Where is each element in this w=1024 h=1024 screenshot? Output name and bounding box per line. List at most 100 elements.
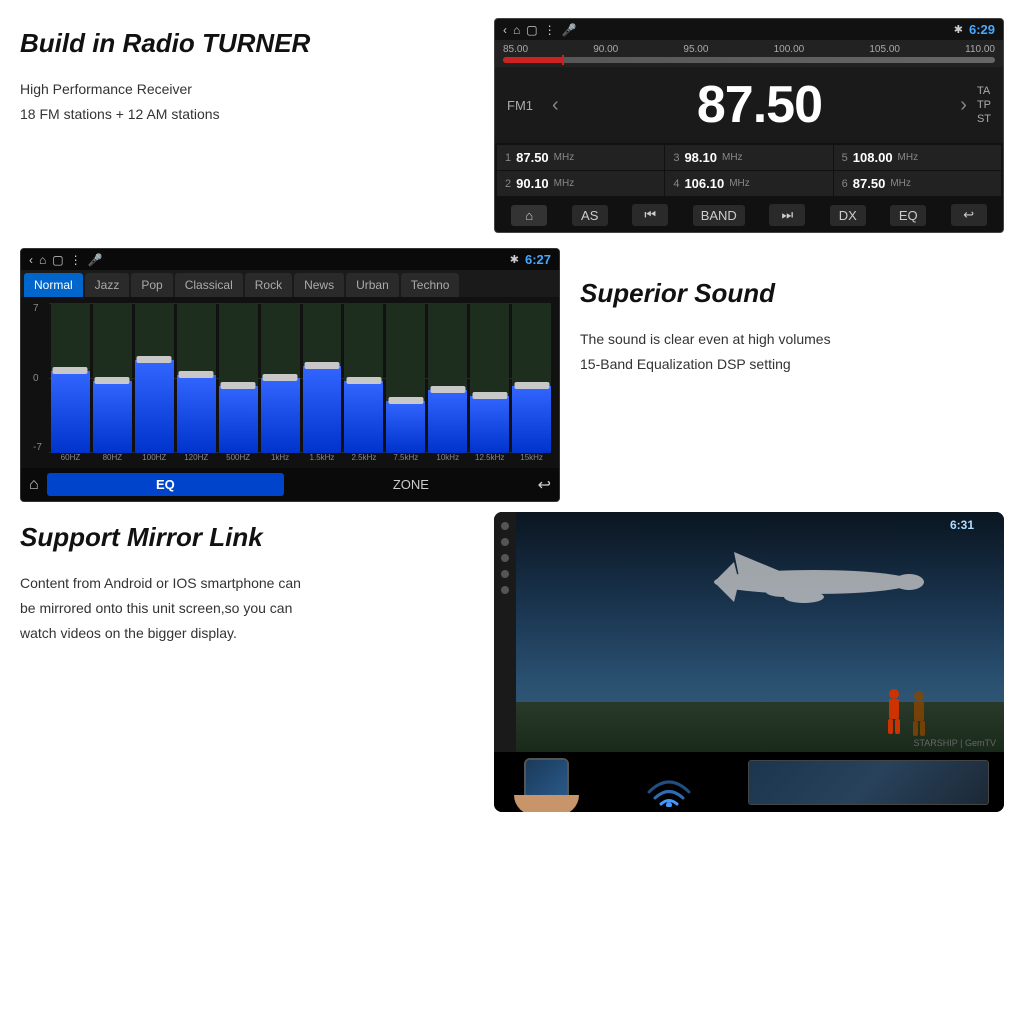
eq-square-icon[interactable]: ▢ — [52, 253, 63, 267]
eq-tab-classical[interactable]: Classical — [175, 273, 243, 297]
radio-tp-tag: TP — [977, 99, 991, 111]
eq-band-2-5khz-handle[interactable] — [346, 377, 381, 384]
radio-info-tags: TA TP ST — [977, 85, 991, 125]
eq-band-7-5khz-handle[interactable] — [388, 397, 423, 404]
eq-band-80hz[interactable] — [93, 303, 132, 453]
eq-band-7-5khz-track — [386, 303, 425, 453]
freq-scale-6: 110.00 — [965, 44, 995, 55]
eq-mic-icon[interactable]: 🎤 — [88, 253, 103, 267]
eq-back-icon[interactable]: ‹ — [29, 253, 33, 267]
eq-back-btn[interactable]: ↩ — [538, 475, 551, 495]
eq-band-100hz-handle[interactable] — [137, 356, 172, 363]
back-icon[interactable]: ‹ — [503, 23, 507, 37]
eq-level-markers: 7 0 -7 — [33, 303, 42, 453]
mirror-desc-line3: watch videos on the bigger display. — [20, 621, 474, 646]
eq-freq-label-1khz: 1kHz — [261, 453, 300, 462]
eq-band-100hz[interactable] — [135, 303, 174, 453]
eq-tab-techno[interactable]: Techno — [401, 273, 460, 297]
eq-band-12-5khz[interactable] — [470, 303, 509, 453]
radio-dx-btn[interactable]: DX — [830, 205, 866, 226]
eq-band-60hz[interactable] — [51, 303, 90, 453]
eq-band-15khz-handle[interactable] — [514, 382, 549, 389]
preset-1[interactable]: 1 87.50 MHz — [497, 145, 664, 170]
eq-band-2-5khz[interactable] — [344, 303, 383, 453]
wifi-icon — [639, 757, 699, 807]
eq-band-80hz-fill — [93, 381, 132, 453]
eq-tab-rock[interactable]: Rock — [245, 273, 292, 297]
eq-band-1-5khz[interactable] — [303, 303, 342, 453]
dots-icon[interactable]: ⋮ — [544, 23, 556, 37]
side-dot-2 — [501, 538, 509, 546]
eq-home-icon[interactable]: ⌂ — [39, 253, 46, 267]
preset-2[interactable]: 2 90.10 MHz — [497, 171, 664, 196]
eq-tab-news[interactable]: News — [294, 273, 344, 297]
radio-back-btn[interactable]: ↩ — [951, 204, 987, 226]
eq-controls-bar: ⌂ EQ ZONE ↩ — [21, 468, 559, 501]
eq-band-12-5khz-handle[interactable] — [472, 392, 507, 399]
eq-band-15khz[interactable] — [512, 303, 551, 453]
preset-4-freq: 106.10 — [684, 176, 724, 191]
radio-next-arrow[interactable]: › — [960, 94, 967, 117]
radio-desc-line2: 18 FM stations + 12 AM stations — [20, 102, 494, 127]
eq-bands-area: 7 0 -7 — [21, 297, 559, 468]
eq-tab-jazz[interactable]: Jazz — [85, 273, 130, 297]
eq-band-60hz-handle[interactable] — [53, 367, 88, 374]
radio-as-btn[interactable]: AS — [572, 205, 608, 226]
mic-icon[interactable]: 🎤 — [562, 23, 577, 37]
eq-band-80hz-handle[interactable] — [95, 377, 130, 384]
preset-1-unit: MHz — [554, 152, 575, 163]
radio-main-display: FM1 ‹ 87.50 › TA TP ST — [495, 67, 1003, 143]
eq-freq-label-80hz: 80HZ — [93, 453, 132, 462]
radio-desc-line1: High Performance Receiver — [20, 77, 494, 102]
radio-band-btn[interactable]: BAND — [693, 205, 745, 226]
eq-desc-line2: 15-Band Equalization DSP setting — [580, 352, 1004, 377]
eq-band-10khz[interactable] — [428, 303, 467, 453]
radio-prev-arrow[interactable]: ‹ — [552, 94, 559, 117]
eq-tab-pop[interactable]: Pop — [131, 273, 172, 297]
radio-ui: ‹ ⌂ ▢ ⋮ 🎤 ✱ 6:29 85.00 90.00 95.00 100.0… — [494, 18, 1004, 233]
preset-4[interactable]: 4 106.10 MHz — [665, 171, 832, 196]
radio-prev-btn[interactable]: ⏮ — [632, 204, 668, 226]
eq-band-1khz[interactable] — [261, 303, 300, 453]
eq-eq-btn[interactable]: EQ — [47, 473, 284, 496]
eq-band-7-5khz[interactable] — [386, 303, 425, 453]
eq-desc: The sound is clear even at high volumes … — [580, 327, 1004, 377]
eq-freq-label-1-5khz: 1.5kHz — [303, 453, 342, 462]
eq-tab-normal[interactable]: Normal — [24, 273, 83, 297]
radio-next-btn[interactable]: ⏭ — [769, 204, 805, 226]
eq-status-bar: ‹ ⌂ ▢ ⋮ 🎤 ✱ 6:27 — [21, 249, 559, 270]
eq-band-2-5khz-fill — [344, 381, 383, 453]
mirror-screen: 6:31 STARSHIP | GemTV — [494, 512, 1004, 752]
eq-tab-urban[interactable]: Urban — [346, 273, 399, 297]
preset-5[interactable]: 5 108.00 MHz — [834, 145, 1001, 170]
mirror-desc-line1: Content from Android or IOS smartphone c… — [20, 571, 474, 596]
eq-band-1khz-track — [261, 303, 300, 453]
eq-freq-labels: 60HZ 80HZ 100HZ 120HZ 500HZ 1kHz 1.5kHz … — [29, 453, 551, 462]
radio-home-btn[interactable]: ⌂ — [511, 205, 547, 226]
eq-home-btn[interactable]: ⌂ — [29, 476, 39, 494]
eq-dots-icon[interactable]: ⋮ — [70, 253, 82, 267]
mirror-desc: Content from Android or IOS smartphone c… — [20, 571, 474, 647]
eq-band-120hz[interactable] — [177, 303, 216, 453]
hand-fingers — [514, 795, 579, 813]
radio-eq-btn[interactable]: EQ — [890, 205, 926, 226]
eq-band-10khz-handle[interactable] — [430, 386, 465, 393]
mirror-watermark: STARSHIP | GemTV — [913, 738, 996, 748]
phone-screen — [526, 760, 567, 799]
home-icon[interactable]: ⌂ — [513, 23, 520, 37]
preset-3[interactable]: 3 98.10 MHz — [665, 145, 832, 170]
freq-slider-track[interactable] — [503, 57, 995, 63]
eq-freq-label-10khz: 10kHz — [428, 453, 467, 462]
eq-band-500hz-handle[interactable] — [221, 382, 256, 389]
radio-band-label: FM1 — [507, 98, 542, 113]
eq-bluetooth-icon: ✱ — [510, 253, 519, 266]
eq-band-1khz-handle[interactable] — [263, 374, 298, 381]
eq-band-500hz[interactable] — [219, 303, 258, 453]
eq-band-1-5khz-handle[interactable] — [304, 362, 339, 369]
eq-right-status: ✱ 6:27 — [510, 252, 551, 267]
eq-band-120hz-handle[interactable] — [179, 371, 214, 378]
eq-zone-btn[interactable]: ZONE — [292, 477, 529, 492]
square-icon[interactable]: ▢ — [526, 23, 537, 37]
preset-6[interactable]: 6 87.50 MHz — [834, 171, 1001, 196]
eq-level-7: 7 — [33, 303, 42, 314]
